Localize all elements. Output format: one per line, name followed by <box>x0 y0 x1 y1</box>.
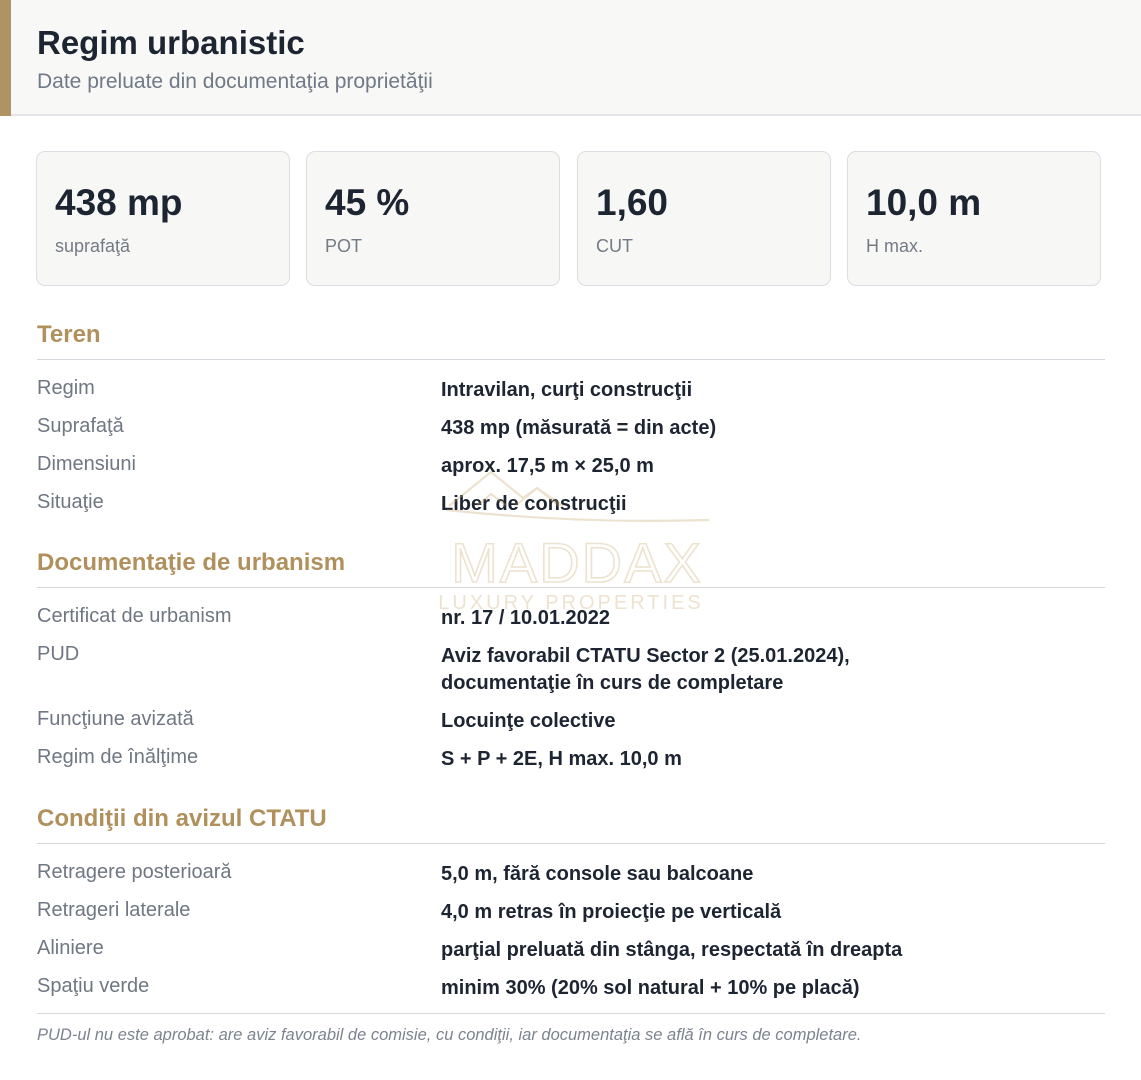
section-title: Condiţii din avizul CTATU <box>37 805 327 832</box>
row-label: Regim de înălţime <box>37 746 199 768</box>
section-divider <box>37 359 1105 360</box>
stat-card-pot: 45 % POT <box>306 151 560 286</box>
stat-value: 438 mp <box>55 182 183 223</box>
stat-label: CUT <box>596 236 633 256</box>
stat-value: 45 % <box>325 182 410 223</box>
stat-value: 10,0 m <box>866 182 982 223</box>
row-value: Liber de construcţii <box>441 493 627 515</box>
row-value: 438 mp (măsurată = din acte) <box>441 417 717 439</box>
section-divider <box>37 843 1105 844</box>
watermark-brand: MADDAX <box>451 531 703 594</box>
section-title: Documentaţie de urbanism <box>37 549 346 576</box>
row-label: PUD <box>37 643 80 665</box>
row-value: parţial preluată din stânga, respectată … <box>441 939 903 961</box>
row-label: Regim <box>37 377 95 399</box>
row-label: Aliniere <box>37 937 104 959</box>
stat-card-area: 438 mp suprafaţă <box>36 151 290 286</box>
row-value-line: documentaţie în curs de completare <box>441 672 784 694</box>
row-label: Dimensiuni <box>37 453 136 475</box>
row-value-line: Aviz favorabil CTATU Sector 2 (25.01.202… <box>441 645 850 667</box>
row-value: 4,0 m retras în proiecţie pe verticală <box>441 901 782 923</box>
row-value: aprox. 17,5 m × 25,0 m <box>441 455 654 477</box>
row-value: Locuinţe colective <box>441 710 616 732</box>
row-label: Situaţie <box>37 491 104 513</box>
row-label: Suprafaţă <box>37 415 124 437</box>
stat-label: H max. <box>866 236 924 256</box>
footer-divider <box>37 1013 1105 1014</box>
footnote: PUD-ul nu este aprobat: are aviz favorab… <box>37 1026 862 1044</box>
stats-row: 438 mp suprafaţă 45 % POT 1,60 CUT 10,0 … <box>36 151 1104 288</box>
row-value: Intravilan, curţi construcţii <box>441 379 693 401</box>
row-label: Retrageri laterale <box>37 899 191 921</box>
row-label: Certificat de urbanism <box>37 605 232 627</box>
row-value: 5,0 m, fără console sau balcoane <box>441 863 754 885</box>
maddax-watermark-logo: MADDAX LUXURY PROPERTIES <box>438 470 710 614</box>
row-value: nr. 17 / 10.01.2022 <box>441 607 611 629</box>
row-value: Aviz favorabil CTATU Sector 2 (25.01.202… <box>441 643 1101 697</box>
row-value: S + P + 2E, H max. 10,0 m <box>441 748 682 770</box>
section-divider <box>37 587 1105 588</box>
stat-value: 1,60 <box>596 182 669 223</box>
row-label: Funcţiune avizată <box>37 708 194 730</box>
row-label: Retragere posterioară <box>37 861 232 883</box>
stat-label: POT <box>325 236 363 256</box>
header: Regim urbanistic Date preluate din docum… <box>0 0 1141 116</box>
stat-card-hmax: 10,0 m H max. <box>847 151 1101 286</box>
page-subtitle: Date preluate din documentaţia proprietă… <box>37 70 433 93</box>
row-value: minim 30% (20% sol natural + 10% pe plac… <box>441 977 860 999</box>
stat-card-cut: 1,60 CUT <box>577 151 831 286</box>
page-title: Regim urbanistic <box>37 24 305 61</box>
section-title: Teren <box>37 321 101 348</box>
header-accent-bar <box>0 0 11 116</box>
stat-label: suprafaţă <box>55 236 131 256</box>
row-label: Spaţiu verde <box>37 975 150 997</box>
